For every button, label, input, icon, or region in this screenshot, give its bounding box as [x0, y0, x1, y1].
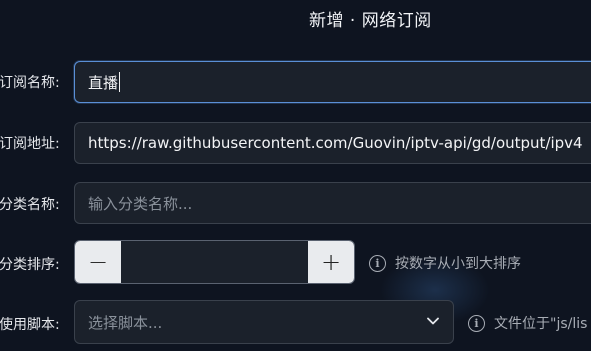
info-icon: i — [369, 254, 386, 272]
url-value: https://raw.githubusercontent.com/Guovin… — [88, 134, 583, 152]
url-label: 订阅地址: — [0, 136, 60, 152]
chevron-down-icon — [427, 317, 439, 325]
name-label: 订阅名称: — [0, 75, 60, 91]
category-placeholder: 输入分类名称... — [88, 194, 193, 213]
order-hint: i 按数字从小到大排序 — [369, 253, 521, 273]
url-input[interactable]: https://raw.githubusercontent.com/Guovin… — [74, 122, 591, 164]
script-hint-text: 文件位于"js/lis — [494, 316, 588, 332]
increment-button[interactable]: + — [308, 241, 354, 283]
text-caret — [119, 72, 121, 92]
order-hint-text: 按数字从小到大排序 — [395, 256, 521, 272]
script-select[interactable]: 选择脚本... — [74, 300, 454, 344]
info-icon: i — [468, 314, 485, 332]
order-input[interactable] — [121, 241, 308, 283]
order-stepper: − + — [74, 240, 355, 284]
name-value: 直播 — [88, 73, 119, 92]
order-label: 分类排序: — [0, 257, 60, 273]
decrement-button[interactable]: − — [75, 241, 121, 283]
category-label: 分类名称: — [0, 197, 60, 213]
category-input[interactable]: 输入分类名称... — [74, 182, 591, 224]
name-input[interactable]: 直播 — [74, 61, 591, 103]
dialog-title: 新增 · 网络订阅 — [309, 11, 432, 31]
script-placeholder: 选择脚本... — [88, 313, 163, 332]
script-hint: i 文件位于"js/lis — [468, 313, 587, 333]
script-label: 使用脚本: — [0, 317, 60, 333]
